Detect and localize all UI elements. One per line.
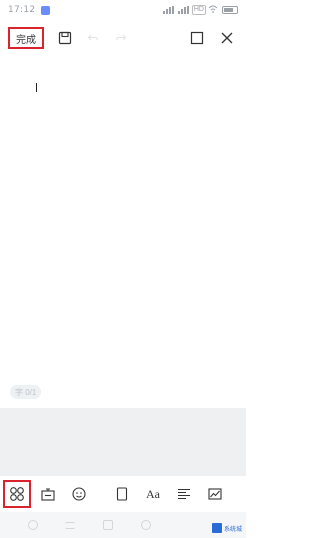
grid-icon [9,486,25,502]
editor-toolbar: 完成 [0,20,246,56]
nav-menu-icon[interactable] [65,521,76,529]
align-button[interactable] [170,480,198,508]
status-time: 17:12 [8,5,36,15]
format-bar: Aa [0,476,246,512]
text-box-button[interactable] [34,480,62,508]
emoji-icon [71,486,87,502]
text-cursor [36,83,37,92]
note-editor-screen: 17:12 HD 完成 字 0/1 Aa 系统城 [0,0,246,538]
battery-icon [222,6,238,14]
status-bar: 17:12 HD [0,0,246,20]
network-badge: HD [191,5,206,15]
undo-icon[interactable] [82,27,104,49]
fullscreen-icon[interactable] [186,27,208,49]
system-nav-bar [0,512,246,538]
word-count-chip: 字 0/1 [10,385,42,399]
font-style-button[interactable]: Aa [139,480,167,508]
emoji-button[interactable] [65,480,93,508]
chart-image-icon [207,486,223,502]
watermark: 系统城 [211,522,242,534]
page-button[interactable] [108,480,136,508]
watermark-text: 系统城 [223,526,242,533]
signal-icon [162,6,174,14]
toolbar-right-group [186,27,238,49]
signal-icon-2 [177,6,189,14]
note-editor[interactable]: 字 0/1 [0,56,246,408]
wifi-icon [208,5,218,15]
status-indicators: HD [162,5,238,15]
grid-menu-button[interactable] [3,480,31,508]
nav-home-icon[interactable] [27,520,38,530]
nav-back-icon[interactable] [140,520,151,530]
watermark-logo-icon [211,523,222,533]
keyboard-area [0,408,246,476]
close-icon[interactable] [216,27,238,49]
nav-recent-icon[interactable] [102,520,113,530]
finish-button[interactable]: 完成 [8,27,44,49]
text-box-icon [40,486,56,502]
notification-icon [41,5,51,15]
font-style-label: Aa [146,486,160,501]
redo-icon[interactable] [110,27,132,49]
align-left-icon [176,486,192,502]
save-icon[interactable] [54,27,76,49]
drawing-button[interactable] [201,480,229,508]
page-icon [114,486,130,502]
